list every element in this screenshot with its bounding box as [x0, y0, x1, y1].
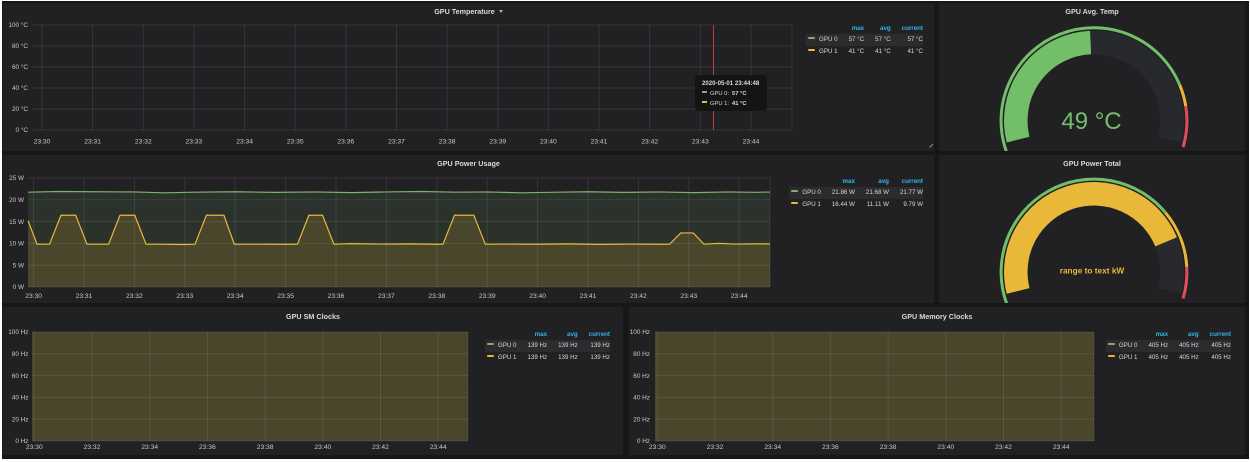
svg-text:0 °C: 0 °C — [15, 126, 28, 134]
svg-text:23:30: 23:30 — [649, 444, 666, 451]
svg-text:49 °C: 49 °C — [1061, 108, 1121, 135]
svg-text:23:41: 23:41 — [591, 139, 608, 146]
svg-text:23:30: 23:30 — [34, 139, 51, 146]
svg-text:23:32: 23:32 — [135, 139, 152, 146]
svg-text:23:37: 23:37 — [378, 293, 395, 300]
svg-text:23:32: 23:32 — [126, 293, 143, 300]
svg-text:80 Hz: 80 Hz — [633, 351, 650, 358]
svg-text:60 Hz: 60 Hz — [12, 373, 29, 380]
svg-text:23:42: 23:42 — [995, 444, 1012, 451]
svg-text:20 Hz: 20 Hz — [12, 416, 29, 423]
svg-text:23:36: 23:36 — [199, 444, 216, 451]
svg-text:23:30: 23:30 — [26, 444, 43, 451]
svg-text:23:38: 23:38 — [257, 444, 274, 451]
svg-text:0 W: 0 W — [13, 284, 25, 291]
svg-text:23:36: 23:36 — [822, 444, 839, 451]
svg-text:23:40: 23:40 — [529, 293, 546, 300]
svg-text:23:42: 23:42 — [372, 444, 389, 451]
svg-text:23:42: 23:42 — [641, 139, 658, 146]
svg-text:23:40: 23:40 — [314, 444, 331, 451]
svg-text:23:40: 23:40 — [937, 444, 954, 451]
svg-text:23:38: 23:38 — [428, 293, 445, 300]
svg-text:23:38: 23:38 — [880, 444, 897, 451]
svg-text:25 W: 25 W — [9, 175, 25, 182]
svg-text:23:31: 23:31 — [76, 293, 93, 300]
svg-text:23:35: 23:35 — [287, 139, 304, 146]
svg-text:23:34: 23:34 — [764, 444, 781, 451]
svg-text:40 Hz: 40 Hz — [12, 395, 29, 402]
svg-text:20 °C: 20 °C — [12, 105, 28, 113]
svg-text:23:44: 23:44 — [430, 444, 447, 451]
svg-text:range to text kW: range to text kW — [1060, 266, 1125, 276]
svg-text:23:39: 23:39 — [489, 139, 506, 146]
svg-text:23:43: 23:43 — [680, 293, 697, 300]
svg-text:23:36: 23:36 — [328, 293, 345, 300]
svg-text:15 W: 15 W — [9, 219, 25, 226]
svg-text:40 Hz: 40 Hz — [633, 395, 650, 402]
svg-text:23:43: 23:43 — [692, 139, 709, 146]
svg-text:23:30: 23:30 — [25, 293, 42, 300]
svg-text:23:42: 23:42 — [630, 293, 647, 300]
svg-text:23:38: 23:38 — [439, 139, 456, 146]
svg-text:100 Hz: 100 Hz — [630, 329, 650, 336]
svg-text:23:40: 23:40 — [540, 139, 557, 146]
svg-text:10 W: 10 W — [9, 241, 25, 248]
svg-text:23:35: 23:35 — [277, 293, 294, 300]
svg-text:23:41: 23:41 — [580, 293, 597, 300]
svg-text:23:37: 23:37 — [388, 139, 405, 146]
svg-text:20 W: 20 W — [9, 197, 25, 204]
svg-text:23:32: 23:32 — [84, 444, 101, 451]
svg-text:80 °C: 80 °C — [12, 42, 28, 50]
svg-text:23:44: 23:44 — [731, 293, 748, 300]
svg-text:23:36: 23:36 — [337, 139, 354, 146]
svg-text:23:34: 23:34 — [227, 293, 244, 300]
svg-text:80 Hz: 80 Hz — [12, 351, 29, 358]
svg-text:23:44: 23:44 — [743, 139, 760, 146]
svg-text:23:33: 23:33 — [176, 293, 193, 300]
svg-text:23:31: 23:31 — [84, 139, 101, 146]
svg-text:100 °C: 100 °C — [8, 21, 28, 29]
svg-text:23:34: 23:34 — [141, 444, 158, 451]
svg-text:5 W: 5 W — [13, 262, 25, 269]
svg-text:23:39: 23:39 — [479, 293, 496, 300]
svg-text:100 Hz: 100 Hz — [8, 329, 28, 336]
svg-text:60 Hz: 60 Hz — [633, 373, 650, 380]
svg-text:23:33: 23:33 — [186, 139, 203, 146]
svg-text:60 °C: 60 °C — [12, 63, 28, 71]
svg-text:23:34: 23:34 — [236, 139, 253, 146]
svg-text:20 Hz: 20 Hz — [633, 416, 650, 423]
svg-text:23:44: 23:44 — [1053, 444, 1070, 451]
svg-text:40 °C: 40 °C — [12, 84, 28, 92]
svg-text:23:32: 23:32 — [707, 444, 724, 451]
